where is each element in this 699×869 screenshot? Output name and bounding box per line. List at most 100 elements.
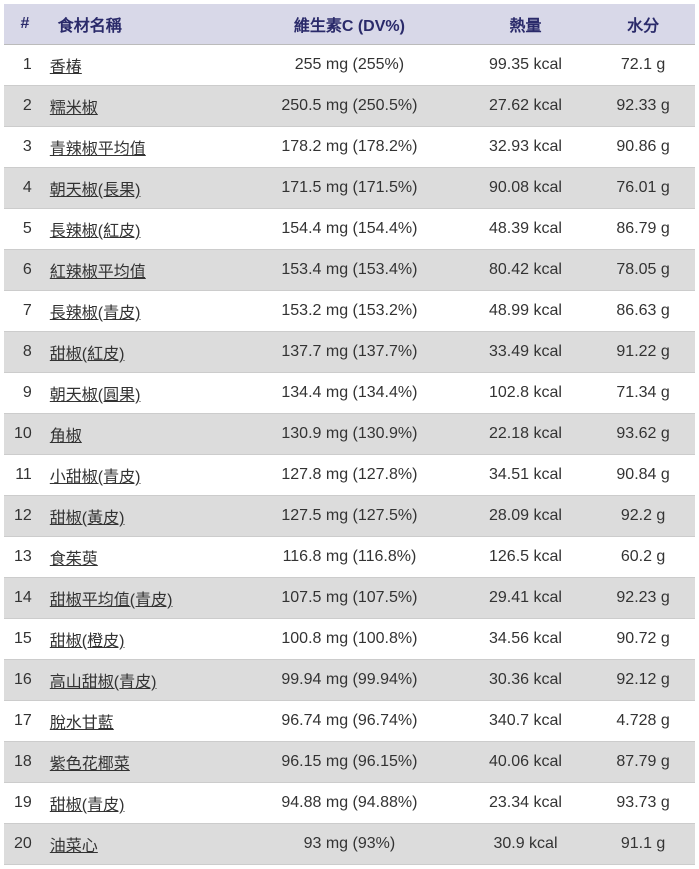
table-row: 4朝天椒(長果)171.5 mg (171.5%)90.08 kcal76.01… — [4, 168, 695, 209]
row-vitc: 250.5 mg (250.5%) — [239, 86, 460, 127]
row-index: 12 — [4, 496, 46, 537]
row-water: 91.1 g — [591, 824, 695, 865]
row-water: 78.05 g — [591, 250, 695, 291]
row-name-cell: 脫水甘藍 — [46, 701, 239, 742]
ingredient-link[interactable]: 朝天椒(圓果) — [50, 387, 141, 404]
row-water: 76.01 g — [591, 168, 695, 209]
row-name-cell: 小甜椒(青皮) — [46, 455, 239, 496]
ingredient-link[interactable]: 甜椒(黃皮) — [50, 510, 125, 527]
row-water: 92.2 g — [591, 496, 695, 537]
ingredient-link[interactable]: 脫水甘藍 — [50, 715, 114, 732]
row-vitc: 96.74 mg (96.74%) — [239, 701, 460, 742]
row-cal: 28.09 kcal — [460, 496, 591, 537]
row-name-cell: 紫色花椰菜 — [46, 742, 239, 783]
ingredient-link[interactable]: 朝天椒(長果) — [50, 182, 141, 199]
row-vitc: 93 mg (93%) — [239, 824, 460, 865]
row-cal: 99.35 kcal — [460, 45, 591, 86]
ingredient-link[interactable]: 香椿 — [50, 59, 82, 76]
row-vitc: 127.8 mg (127.8%) — [239, 455, 460, 496]
row-index: 4 — [4, 168, 46, 209]
row-name-cell: 食茱萸 — [46, 537, 239, 578]
row-name-cell: 朝天椒(長果) — [46, 168, 239, 209]
row-name-cell: 朝天椒(圓果) — [46, 373, 239, 414]
row-cal: 34.56 kcal — [460, 619, 591, 660]
row-index: 9 — [4, 373, 46, 414]
row-vitc: 130.9 mg (130.9%) — [239, 414, 460, 455]
row-water: 93.73 g — [591, 783, 695, 824]
col-name[interactable]: 食材名稱 — [46, 4, 239, 45]
row-index: 15 — [4, 619, 46, 660]
col-idx[interactable]: # — [4, 4, 46, 45]
ingredient-link[interactable]: 小甜椒(青皮) — [50, 469, 141, 486]
row-water: 86.79 g — [591, 209, 695, 250]
row-water: 71.34 g — [591, 373, 695, 414]
row-name-cell: 甜椒(黃皮) — [46, 496, 239, 537]
row-index: 5 — [4, 209, 46, 250]
row-water: 92.23 g — [591, 578, 695, 619]
row-cal: 32.93 kcal — [460, 127, 591, 168]
row-name-cell: 角椒 — [46, 414, 239, 455]
row-vitc: 255 mg (255%) — [239, 45, 460, 86]
table-row: 5長辣椒(紅皮)154.4 mg (154.4%)48.39 kcal86.79… — [4, 209, 695, 250]
row-name-cell: 高山甜椒(青皮) — [46, 660, 239, 701]
col-water[interactable]: 水分 — [591, 4, 695, 45]
row-cal: 23.34 kcal — [460, 783, 591, 824]
ingredient-link[interactable]: 角椒 — [50, 428, 82, 445]
table-row: 2糯米椒250.5 mg (250.5%)27.62 kcal92.33 g — [4, 86, 695, 127]
row-cal: 33.49 kcal — [460, 332, 591, 373]
row-vitc: 96.15 mg (96.15%) — [239, 742, 460, 783]
table-row: 6紅辣椒平均值153.4 mg (153.4%)80.42 kcal78.05 … — [4, 250, 695, 291]
ingredient-link[interactable]: 青辣椒平均值 — [50, 141, 146, 158]
row-index: 14 — [4, 578, 46, 619]
ingredient-link[interactable]: 食茱萸 — [50, 551, 98, 568]
row-cal: 34.51 kcal — [460, 455, 591, 496]
ingredient-link[interactable]: 甜椒平均值(青皮) — [50, 592, 173, 609]
row-water: 90.72 g — [591, 619, 695, 660]
ingredient-link[interactable]: 紅辣椒平均值 — [50, 264, 146, 281]
row-cal: 30.36 kcal — [460, 660, 591, 701]
row-name-cell: 甜椒(青皮) — [46, 783, 239, 824]
row-index: 1 — [4, 45, 46, 86]
ingredient-link[interactable]: 長辣椒(青皮) — [50, 305, 141, 322]
table-row: 17脫水甘藍96.74 mg (96.74%)340.7 kcal4.728 g — [4, 701, 695, 742]
row-water: 91.22 g — [591, 332, 695, 373]
ingredient-link[interactable]: 甜椒(橙皮) — [50, 633, 125, 650]
row-name-cell: 甜椒(紅皮) — [46, 332, 239, 373]
row-name-cell: 甜椒(橙皮) — [46, 619, 239, 660]
row-index: 2 — [4, 86, 46, 127]
ingredient-link[interactable]: 糯米椒 — [50, 100, 98, 117]
row-index: 16 — [4, 660, 46, 701]
table-row: 15甜椒(橙皮)100.8 mg (100.8%)34.56 kcal90.72… — [4, 619, 695, 660]
table-row: 7長辣椒(青皮)153.2 mg (153.2%)48.99 kcal86.63… — [4, 291, 695, 332]
row-vitc: 127.5 mg (127.5%) — [239, 496, 460, 537]
table-row: 12甜椒(黃皮) 127.5 mg (127.5%)28.09 kcal92.2 … — [4, 496, 695, 537]
col-cal[interactable]: 熱量 — [460, 4, 591, 45]
row-name-cell: 長辣椒(紅皮) — [46, 209, 239, 250]
row-name-cell: 長辣椒(青皮) — [46, 291, 239, 332]
row-water: 92.33 g — [591, 86, 695, 127]
ingredient-link[interactable]: 甜椒(青皮) — [50, 797, 125, 814]
row-vitc: 116.8 mg (116.8%) — [239, 537, 460, 578]
row-vitc: 137.7 mg (137.7%) — [239, 332, 460, 373]
table-row: 13食茱萸116.8 mg (116.8%)126.5 kcal60.2 g — [4, 537, 695, 578]
row-index: 10 — [4, 414, 46, 455]
header-row: # 食材名稱 維生素C (DV%) 熱量 水分 — [4, 4, 695, 45]
row-water: 86.63 g — [591, 291, 695, 332]
col-vitc[interactable]: 維生素C (DV%) — [239, 4, 460, 45]
row-cal: 40.06 kcal — [460, 742, 591, 783]
row-index: 7 — [4, 291, 46, 332]
ingredient-link[interactable]: 高山甜椒(青皮) — [50, 674, 157, 691]
row-vitc: 107.5 mg (107.5%) — [239, 578, 460, 619]
row-water: 90.86 g — [591, 127, 695, 168]
ingredient-link[interactable]: 長辣椒(紅皮) — [50, 223, 141, 240]
ingredient-link[interactable]: 油菜心 — [50, 838, 98, 855]
ingredient-link[interactable]: 紫色花椰菜 — [50, 756, 130, 773]
row-vitc: 153.4 mg (153.4%) — [239, 250, 460, 291]
row-name-cell: 糯米椒 — [46, 86, 239, 127]
row-name-cell: 紅辣椒平均值 — [46, 250, 239, 291]
row-cal: 30.9 kcal — [460, 824, 591, 865]
row-cal: 48.39 kcal — [460, 209, 591, 250]
table-row: 1香椿255 mg (255%)99.35 kcal72.1 g — [4, 45, 695, 86]
ingredient-link[interactable]: 甜椒(紅皮) — [50, 346, 125, 363]
row-cal: 340.7 kcal — [460, 701, 591, 742]
